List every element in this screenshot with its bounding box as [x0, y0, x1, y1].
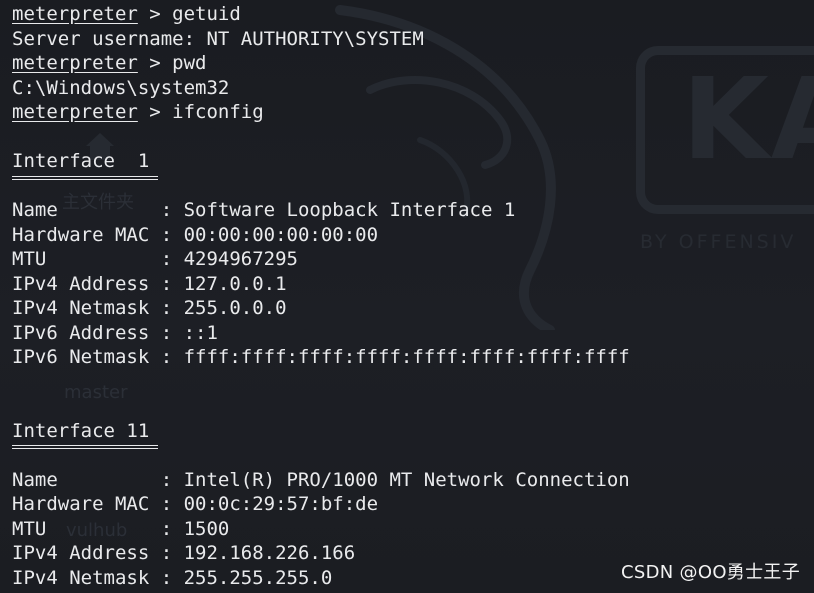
interface-row: IPv4 Netmask : 255.0.0.0: [12, 297, 287, 319]
interface-header-underline: [12, 174, 814, 199]
csdn-watermark: CSDN @OO勇士王子: [621, 562, 800, 583]
pwd-output: C:\Windows\system32: [12, 76, 230, 99]
interface-row: Name : Software Loopback Interface 1: [12, 199, 516, 221]
interface-header: Interface 11: [12, 419, 150, 442]
interface-row: IPv6 Netmask : ffff:ffff:ffff:ffff:ffff:…: [12, 346, 630, 368]
command-text: > pwd: [137, 52, 207, 74]
interface-row: MTU : 1500: [12, 517, 230, 540]
interface-header: Interface 1: [12, 150, 150, 172]
meterpreter-prompt: meterpreter: [12, 3, 138, 25]
interface-header-underline: [12, 443, 814, 468]
command-text: > ifconfig: [137, 101, 264, 123]
terminal-window[interactable]: KA BY OFFENSIV 主文件夹 master vulhub meterp…: [0, 0, 814, 593]
command-line-getuid: meterpreter > getuid: [12, 2, 814, 27]
server-username-output: Server username: NT AUTHORITY\SYSTEM: [12, 27, 424, 50]
interface-row: Hardware MAC : 00:0c:29:57:bf:de: [12, 493, 379, 515]
command-line-pwd: meterpreter > pwd: [12, 51, 814, 76]
command-line-ifconfig: meterpreter > ifconfig: [12, 100, 814, 125]
interface-row: Name : Intel(R) PRO/1000 MT Network Conn…: [12, 468, 630, 491]
interface-row: MTU : 4294967295: [12, 248, 298, 270]
interface-row: IPv6 Address : ::1: [12, 321, 218, 344]
meterpreter-prompt: meterpreter: [12, 101, 138, 123]
interface-row: IPv4 Address : 127.0.0.1: [12, 272, 287, 295]
terminal-output: meterpreter > getuid Server username: NT…: [12, 2, 814, 590]
interface-row: Hardware MAC : 00:00:00:00:00:00: [12, 223, 379, 246]
command-text: > getuid: [137, 3, 241, 25]
meterpreter-prompt: meterpreter: [12, 52, 138, 74]
